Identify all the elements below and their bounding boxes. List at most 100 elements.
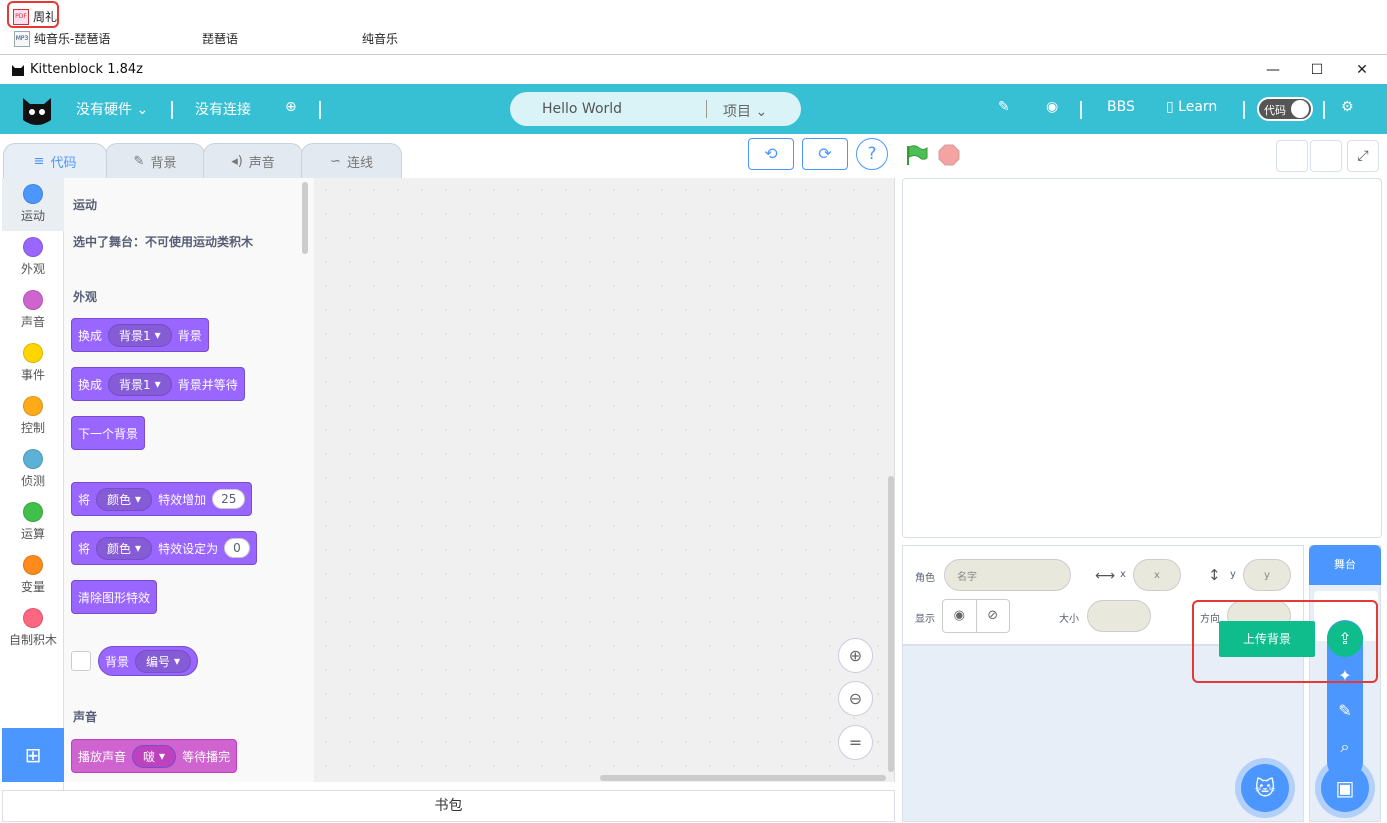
category-control[interactable]: 控制 (2, 396, 64, 436)
minimize-button[interactable]: — (1258, 59, 1288, 81)
stage-selector-title[interactable]: 舞台 (1309, 545, 1381, 585)
category-looks[interactable]: 外观 (2, 237, 64, 277)
highlight-box (1192, 600, 1378, 683)
eye-slash-icon[interactable]: ⊘ (977, 600, 1010, 632)
block-clear-effects[interactable]: 清除图形特效 (71, 580, 158, 614)
tab-backdrops[interactable]: ✎ 背景 (105, 143, 205, 178)
number-input[interactable]: 25 (212, 489, 246, 509)
category-operators[interactable]: 运算 (2, 502, 64, 542)
tab-sounds[interactable]: ◂) 声音 (203, 143, 303, 178)
undo-button[interactable]: ⟲ (748, 138, 794, 170)
tab-code[interactable]: ≡ 代码 (3, 143, 107, 178)
document-icon: ▯ (1166, 99, 1174, 115)
add-sprite-cat-icon[interactable]: 🐱 (1241, 764, 1289, 812)
small-stage-button[interactable] (1276, 140, 1308, 172)
category-motion[interactable]: 运动 (2, 178, 64, 231)
language-globe-icon[interactable]: ⊕ (285, 99, 297, 115)
category-label: 声音 (20, 315, 45, 329)
block-backdrop-reporter[interactable]: 背景 编号 ▾ (98, 646, 199, 676)
block-text: 背景并等待 (177, 377, 238, 392)
block-play-sound-until-done[interactable]: 播放声音 啵 ▾ 等待播完 (71, 739, 238, 773)
sprite-name-input[interactable]: 名字 (944, 559, 1071, 591)
kitten-logo[interactable] (20, 90, 54, 128)
block-palette: 运动 选中了舞台：不可使用运动类积木 外观 换成 背景1 ▾ 背景 换成 背景1 ▾… (64, 178, 314, 782)
category-sensing[interactable]: 侦测 (2, 449, 64, 489)
desktop-file-pipa-music[interactable]: MP3 纯音乐-琵琶语 (14, 30, 110, 47)
backdrop-dropdown[interactable]: 背景1 ▾ (108, 372, 172, 396)
block-switch-backdrop[interactable]: 换成 背景1 ▾ 背景 (71, 318, 209, 352)
help-button[interactable]: ? (856, 138, 888, 170)
project-name-input[interactable]: Hello World (542, 101, 622, 117)
desktop-folder-music[interactable]: 纯音乐 (362, 30, 398, 47)
input-placeholder: y (1264, 569, 1270, 581)
settings-gear-icon[interactable]: ⚙ (1341, 99, 1354, 115)
redo-button[interactable]: ⟳ (802, 138, 848, 170)
stop-sign-icon[interactable] (938, 144, 960, 166)
code-toggle-label: 代码 (1264, 104, 1286, 117)
stage-canvas[interactable] (902, 178, 1382, 538)
size-input[interactable] (1087, 600, 1151, 632)
tab-wiring[interactable]: ∽ 连线 (301, 143, 402, 178)
header-divider (1243, 101, 1245, 119)
hardware-menu[interactable]: 没有硬件 ⌄ (76, 99, 148, 119)
category-dot (23, 449, 43, 469)
edit-pencil-icon[interactable]: ✎ (998, 99, 1010, 115)
y-input[interactable]: y (1243, 559, 1291, 591)
block-text: 将 (78, 492, 91, 507)
x-arrow-icon: ⟷ (1095, 568, 1116, 584)
code-workspace[interactable] (314, 178, 895, 782)
connection-button[interactable]: 没有连接 (195, 99, 251, 119)
camera-icon[interactable]: ◉ (1046, 99, 1058, 115)
category-events[interactable]: 事件 (2, 343, 64, 383)
dropdown-value: 背景1 (119, 377, 151, 392)
code-toggle-switch[interactable]: 代码 (1257, 97, 1313, 121)
workspace-horizontal-scrollbar[interactable] (600, 775, 886, 781)
fullscreen-icon[interactable]: ⤢ (1347, 140, 1379, 172)
reporter-checkbox[interactable] (71, 651, 91, 671)
add-backdrop-image-icon[interactable]: ▣ (1321, 764, 1369, 812)
large-stage-button[interactable] (1310, 140, 1342, 172)
category-menu: 运动 外观 声音 事件 控制 侦测 运算 变量 自制积木 (2, 178, 64, 790)
sound-dropdown[interactable]: 啵 ▾ (132, 744, 177, 768)
workspace-vertical-scrollbar[interactable] (888, 476, 894, 772)
number-input[interactable]: 0 (224, 538, 250, 558)
category-sound[interactable]: 声音 (2, 290, 64, 330)
eye-icon[interactable]: ◉ (943, 600, 977, 632)
block-next-backdrop[interactable]: 下一个背景 (71, 416, 146, 450)
show-label: 显示 (915, 614, 935, 625)
maximize-button[interactable]: ☐ (1302, 59, 1332, 81)
effect-dropdown[interactable]: 颜色 ▾ (96, 536, 153, 560)
block-change-effect[interactable]: 将 颜色 ▾ 特效增加 25 (71, 482, 253, 516)
category-dot (23, 555, 43, 575)
dropdown-value: 颜色 (107, 541, 132, 556)
category-my-blocks[interactable]: 自制积木 (2, 608, 64, 648)
block-set-effect[interactable]: 将 颜色 ▾ 特效设定为 0 (71, 531, 257, 565)
zoom-in-icon[interactable]: ⊕ (838, 638, 873, 673)
zoom-out-icon[interactable]: ⊖ (838, 681, 873, 716)
block-switch-backdrop-wait[interactable]: 换成 背景1 ▾ 背景并等待 (71, 367, 245, 401)
search-icon[interactable]: ⌕ (1327, 729, 1363, 765)
category-label: 自制积木 (8, 633, 57, 647)
header-divider (1323, 101, 1325, 119)
highlight-box (7, 1, 59, 28)
effect-dropdown[interactable]: 颜色 ▾ (96, 487, 153, 511)
backpack[interactable]: 书包 (2, 790, 895, 822)
header-divider (1080, 101, 1082, 119)
green-flag-icon[interactable] (905, 144, 929, 166)
category-variables[interactable]: 变量 (2, 555, 64, 595)
zoom-reset-icon[interactable]: = (838, 725, 873, 760)
project-menu[interactable]: 项目 ⌄ (723, 101, 767, 121)
backdrop-dropdown[interactable]: 背景1 ▾ (108, 323, 172, 347)
category-dot (23, 184, 43, 204)
window-titlebar: Kittenblock 1.84z — ☐ ✕ (0, 54, 1387, 84)
bbs-link[interactable]: BBS (1107, 99, 1135, 115)
learn-link[interactable]: ▯ Learn (1166, 99, 1217, 115)
palette-scrollbar[interactable] (302, 182, 308, 254)
x-input[interactable]: x (1133, 559, 1181, 591)
backdrop-attribute-dropdown[interactable]: 编号 ▾ (135, 649, 192, 673)
category-label: 运算 (20, 527, 45, 541)
desktop-file-pipa[interactable]: 琵琶语 (202, 30, 238, 47)
close-button[interactable]: ✕ (1347, 59, 1377, 81)
add-extension-icon[interactable]: ⊞ (2, 728, 64, 782)
paintbrush-icon[interactable]: ✎ (1327, 693, 1363, 729)
